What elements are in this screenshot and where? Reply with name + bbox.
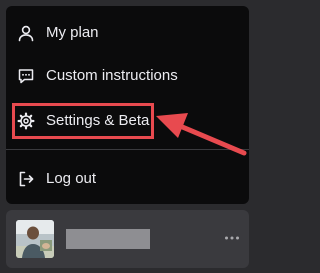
menu-item-label: Settings & Beta — [46, 112, 150, 129]
avatar — [16, 220, 54, 258]
menu-item-label: My plan — [46, 24, 99, 41]
menu-item-my-plan[interactable]: My plan — [6, 13, 249, 53]
menu-divider — [6, 149, 249, 150]
gear-icon — [17, 112, 35, 130]
account-menu-screen: My plan Custom instructions Settings & B… — [0, 0, 257, 273]
chat-bubble-icon — [18, 69, 34, 84]
menu-item-label: Custom instructions — [46, 67, 178, 84]
menu-item-settings-beta[interactable]: Settings & Beta — [6, 101, 249, 141]
menu-item-log-out[interactable]: Log out — [6, 159, 249, 199]
menu-item-label: Log out — [46, 170, 97, 187]
account-dropdown-menu: My plan Custom instructions Settings & B… — [6, 6, 249, 204]
ellipsis-icon[interactable] — [224, 232, 240, 244]
menu-item-custom-instructions[interactable]: Custom instructions — [6, 56, 249, 96]
person-icon — [18, 25, 34, 42]
user-name-redacted — [66, 229, 150, 249]
user-account-row[interactable] — [6, 210, 249, 268]
logout-icon — [19, 171, 34, 187]
